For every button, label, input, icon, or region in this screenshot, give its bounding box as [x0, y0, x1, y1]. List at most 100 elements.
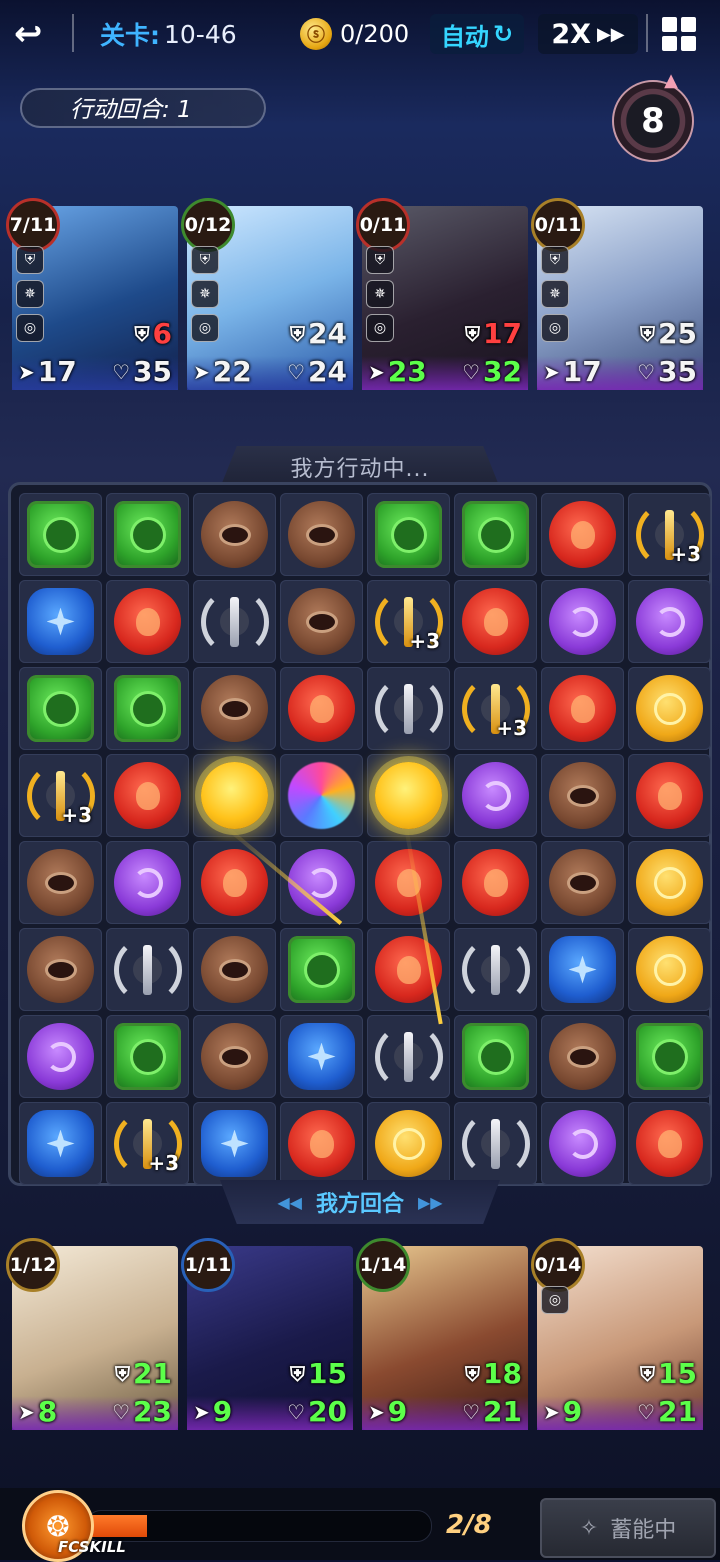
skill-icon[interactable]: ◎ — [541, 314, 569, 342]
board-cell[interactable] — [106, 928, 189, 1011]
board-cell[interactable] — [193, 493, 276, 576]
skill-energy-track — [86, 1510, 432, 1542]
board-cell[interactable] — [193, 928, 276, 1011]
board-cell[interactable] — [454, 1015, 537, 1098]
board-cell[interactable] — [454, 580, 537, 663]
enemy-card[interactable]: 0/11 ⛨ ✵ ◎ ⛨ 17 ➤ 23 ♡ 32 — [356, 198, 528, 390]
board-cell[interactable]: +3 — [106, 1102, 189, 1185]
board-cell[interactable] — [454, 493, 537, 576]
skill-icon[interactable]: ⛨ — [541, 246, 569, 274]
board-cell[interactable] — [106, 493, 189, 576]
board-cell[interactable] — [19, 1102, 102, 1185]
board-cell[interactable] — [280, 928, 363, 1011]
board-cell[interactable] — [193, 754, 276, 837]
skill-icon[interactable]: ◎ — [16, 314, 44, 342]
back-button[interactable]: ↩ — [14, 14, 60, 54]
enemy-card[interactable]: 0/12 ⛨ ✵ ◎ ⛨ 24 ➤ 22 ♡ 24 — [181, 198, 353, 390]
board-cell[interactable] — [541, 580, 624, 663]
board-cell[interactable] — [106, 1015, 189, 1098]
board-cell[interactable] — [628, 580, 711, 663]
speed-value: 17 — [37, 355, 77, 388]
health-stat: ♡ 20 — [287, 1395, 347, 1428]
blue-gem — [288, 1023, 355, 1090]
board-cell[interactable] — [628, 1015, 711, 1098]
board-cell[interactable] — [628, 1102, 711, 1185]
board-cell[interactable] — [280, 754, 363, 837]
board-cell[interactable] — [541, 1015, 624, 1098]
board-cell[interactable] — [193, 580, 276, 663]
board-cell[interactable]: +3 — [454, 667, 537, 750]
menu-button[interactable] — [662, 14, 702, 54]
skill-icon[interactable]: ◎ — [366, 314, 394, 342]
board-cell[interactable] — [628, 667, 711, 750]
board-cell[interactable] — [19, 667, 102, 750]
board-cell[interactable] — [106, 667, 189, 750]
board-cell[interactable] — [454, 1102, 537, 1185]
board-cell[interactable] — [541, 928, 624, 1011]
skill-icon[interactable]: ◎ — [191, 314, 219, 342]
board-cell[interactable] — [367, 493, 450, 576]
board-cell[interactable]: +3 — [19, 754, 102, 837]
board-cell[interactable] — [193, 1102, 276, 1185]
board-cell[interactable] — [19, 580, 102, 663]
chevron-left-icon: ◀◀ — [277, 1192, 302, 1212]
auto-button[interactable]: 自动 ↻ — [430, 14, 524, 54]
board-cell[interactable] — [541, 1102, 624, 1185]
board-cell[interactable] — [280, 1015, 363, 1098]
bonus-label: +3 — [148, 1151, 179, 1175]
silver-sword-gem — [461, 1109, 530, 1178]
board-cell[interactable] — [367, 667, 450, 750]
board-cell[interactable] — [367, 1102, 450, 1185]
skill-icon[interactable]: ⛨ — [16, 246, 44, 274]
skill-icon[interactable]: ⛨ — [191, 246, 219, 274]
enemy-card[interactable]: 7/11 ⛨ ✵ ◎ ⛨ 6 ➤ 17 ♡ 35 — [6, 198, 178, 390]
ally-card[interactable]: 1/14 ⛨ 18 ➤ 9 ♡ 21 — [356, 1238, 528, 1430]
board-cell[interactable] — [19, 928, 102, 1011]
board-cell[interactable] — [280, 493, 363, 576]
board-cell[interactable] — [280, 667, 363, 750]
skill-icon[interactable]: ✵ — [191, 280, 219, 308]
board-cell[interactable] — [628, 754, 711, 837]
board-cell[interactable] — [19, 1015, 102, 1098]
skill-icon[interactable]: ✵ — [366, 280, 394, 308]
coin-counter: ⓢ 0/200 — [300, 14, 409, 54]
board-cell[interactable] — [106, 754, 189, 837]
skill-icon[interactable]: ⛨ — [366, 246, 394, 274]
board-cell[interactable] — [367, 754, 450, 837]
board-cell[interactable] — [19, 841, 102, 924]
ally-card[interactable]: 1/12 ⛨ 21 ➤ 8 ♡ 23 — [6, 1238, 178, 1430]
board-cell[interactable]: +3 — [367, 580, 450, 663]
board-cell[interactable] — [541, 841, 624, 924]
board-cell[interactable] — [628, 841, 711, 924]
board-cell[interactable] — [454, 841, 537, 924]
board-cell[interactable] — [193, 841, 276, 924]
skill-icon[interactable]: ✵ — [16, 280, 44, 308]
board-cell[interactable] — [193, 1015, 276, 1098]
speed-button[interactable]: 2X ▶▶ — [538, 14, 638, 54]
board-cell[interactable]: +3 — [628, 493, 711, 576]
skill-icon[interactable]: ✵ — [541, 280, 569, 308]
health-value: 35 — [133, 355, 172, 388]
board-cell[interactable] — [454, 754, 537, 837]
enemy-card[interactable]: 0/11 ⛨ ✵ ◎ ⛨ 25 ➤ 17 ♡ 35 — [531, 198, 703, 390]
board-cell[interactable] — [280, 580, 363, 663]
board-cell[interactable] — [106, 841, 189, 924]
round-counter[interactable]: ▲ 8 — [612, 70, 694, 162]
board-cell[interactable] — [106, 580, 189, 663]
board-cell[interactable] — [280, 1102, 363, 1185]
ally-card[interactable]: 1/11 ⛨ 15 ➤ 9 ♡ 20 — [181, 1238, 353, 1430]
board-cell[interactable] — [541, 667, 624, 750]
heart-icon: ♡ — [112, 1399, 131, 1424]
skill-icon[interactable]: ◎ — [541, 1286, 569, 1314]
board-cell[interactable] — [541, 754, 624, 837]
board-cell[interactable] — [193, 667, 276, 750]
charging-button[interactable]: ✧ 蓄能中 — [540, 1498, 716, 1558]
ally-card[interactable]: 0/14 ◎ ⛨ 15 ➤ 9 ♡ 21 — [531, 1238, 703, 1430]
heart-icon: ♡ — [462, 1399, 481, 1424]
board-cell[interactable] — [367, 1015, 450, 1098]
board-cell[interactable] — [541, 493, 624, 576]
highlighted-yellow-gem — [201, 762, 268, 829]
board-cell[interactable] — [19, 493, 102, 576]
board-cell[interactable] — [628, 928, 711, 1011]
board-cell[interactable] — [454, 928, 537, 1011]
